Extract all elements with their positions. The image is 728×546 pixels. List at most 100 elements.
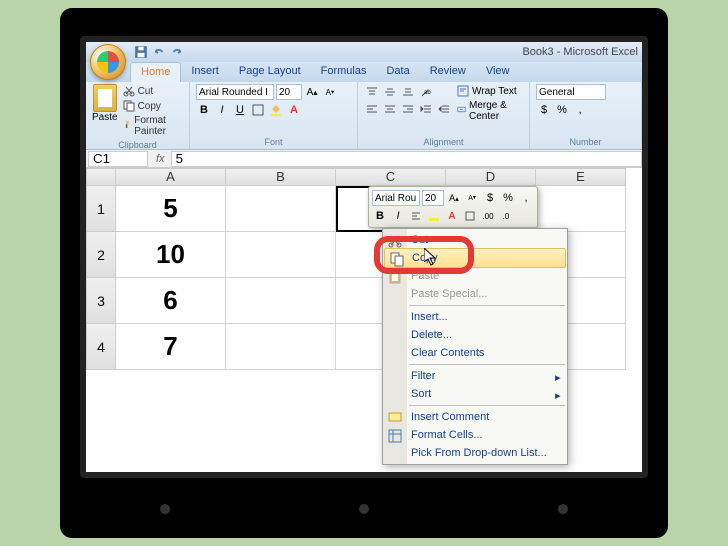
- ctx-cut[interactable]: Cut: [383, 231, 567, 249]
- cell-b3[interactable]: [226, 278, 336, 324]
- wrap-text-button[interactable]: Wrap Text: [456, 84, 523, 98]
- mini-grow-font-icon[interactable]: A▴: [446, 190, 462, 206]
- mini-font-combo[interactable]: [372, 190, 420, 206]
- format-painter-button[interactable]: Format Painter: [122, 114, 183, 138]
- save-icon[interactable]: [134, 45, 148, 59]
- mini-font-color-icon[interactable]: A: [444, 208, 460, 224]
- border-button[interactable]: [250, 102, 266, 118]
- merge-center-button[interactable]: Merge & Center: [456, 99, 523, 123]
- ctx-clear[interactable]: Clear Contents: [383, 344, 567, 362]
- mini-fill-icon[interactable]: [426, 208, 442, 224]
- ctx-insert[interactable]: Insert...: [383, 308, 567, 326]
- ctx-cut-label: Cut: [411, 234, 428, 246]
- redo-icon[interactable]: [170, 45, 184, 59]
- decrease-indent-icon[interactable]: [418, 101, 434, 117]
- mini-italic-icon[interactable]: I: [390, 208, 406, 224]
- tab-page-layout[interactable]: Page Layout: [229, 62, 311, 82]
- align-middle-icon[interactable]: [382, 84, 398, 100]
- cell-a2[interactable]: 10: [116, 232, 226, 278]
- wrap-label: Wrap Text: [472, 86, 517, 97]
- formula-input[interactable]: [171, 151, 642, 167]
- col-header-d[interactable]: D: [446, 168, 536, 186]
- ctx-sort[interactable]: Sort ▸: [383, 385, 567, 403]
- row-header-4[interactable]: 4: [86, 324, 116, 370]
- copy-button[interactable]: Copy: [122, 99, 183, 113]
- col-header-a[interactable]: A: [116, 168, 226, 186]
- cell-a3[interactable]: 6: [116, 278, 226, 324]
- underline-button[interactable]: U: [232, 102, 248, 118]
- cell-b1[interactable]: [226, 186, 336, 232]
- mini-shrink-font-icon[interactable]: A▾: [464, 190, 480, 206]
- select-all-corner[interactable]: [86, 168, 116, 186]
- currency-icon[interactable]: $: [536, 102, 552, 118]
- column-headers: A B C D E: [86, 168, 642, 186]
- paste-label: Paste: [92, 112, 118, 123]
- cell-a1[interactable]: 5: [116, 186, 226, 232]
- ctx-filter[interactable]: Filter ▸: [383, 367, 567, 385]
- ctx-separator: [409, 364, 565, 365]
- cell-b4[interactable]: [226, 324, 336, 370]
- undo-icon[interactable]: [152, 45, 166, 59]
- number-format-combo[interactable]: [536, 84, 606, 100]
- mini-inc-decimal-icon[interactable]: .00: [480, 208, 496, 224]
- mini-percent-icon[interactable]: %: [500, 190, 516, 206]
- row-header-2[interactable]: 2: [86, 232, 116, 278]
- cell-a4[interactable]: 7: [116, 324, 226, 370]
- mini-size-combo[interactable]: [422, 190, 444, 206]
- ctx-delete[interactable]: Delete...: [383, 326, 567, 344]
- ctx-dropdown-label: Pick From Drop-down List...: [411, 447, 547, 459]
- ribbon: Paste Cut: [86, 82, 642, 150]
- tab-insert[interactable]: Insert: [181, 62, 229, 82]
- mini-currency-icon[interactable]: $: [482, 190, 498, 206]
- ctx-format-cells[interactable]: Format Cells...: [383, 426, 567, 444]
- shrink-font-icon[interactable]: A▾: [322, 84, 338, 100]
- row-header-3[interactable]: 3: [86, 278, 116, 324]
- percent-icon[interactable]: %: [554, 102, 570, 118]
- align-center-icon[interactable]: [382, 101, 398, 117]
- col-header-c[interactable]: C: [336, 168, 446, 186]
- align-left-icon[interactable]: [364, 101, 380, 117]
- ctx-insert-comment[interactable]: Insert Comment: [383, 408, 567, 426]
- font-name-combo[interactable]: [196, 84, 274, 100]
- svg-text:ab: ab: [424, 90, 431, 96]
- fill-color-button[interactable]: [268, 102, 284, 118]
- font-color-button[interactable]: A: [286, 102, 302, 118]
- mini-align-icon[interactable]: [408, 208, 424, 224]
- comma-icon[interactable]: ,: [572, 102, 588, 118]
- align-right-icon[interactable]: [400, 101, 416, 117]
- ctx-pick-dropdown[interactable]: Pick From Drop-down List...: [383, 444, 567, 462]
- orientation-icon[interactable]: ab: [418, 84, 434, 100]
- ctx-paste-special-label: Paste Special...: [411, 288, 487, 300]
- cell-e1[interactable]: [536, 186, 626, 232]
- font-size-combo[interactable]: [276, 84, 302, 100]
- increase-indent-icon[interactable]: [436, 101, 452, 117]
- ctx-paste-label: Paste: [411, 270, 439, 282]
- align-top-icon[interactable]: [364, 84, 380, 100]
- paste-button[interactable]: Paste: [92, 84, 118, 123]
- quick-access-toolbar: [134, 45, 184, 59]
- grow-font-icon[interactable]: A▴: [304, 84, 320, 100]
- tab-formulas[interactable]: Formulas: [311, 62, 377, 82]
- italic-button[interactable]: I: [214, 102, 230, 118]
- office-button[interactable]: [90, 44, 126, 80]
- ctx-copy[interactable]: Copy: [384, 248, 566, 268]
- mini-dec-decimal-icon[interactable]: .0: [498, 208, 514, 224]
- bold-button[interactable]: B: [196, 102, 212, 118]
- col-header-b[interactable]: B: [226, 168, 336, 186]
- col-header-e[interactable]: E: [536, 168, 626, 186]
- copy-label: Copy: [138, 101, 161, 112]
- ctx-filter-label: Filter: [411, 370, 435, 382]
- cut-button[interactable]: Cut: [122, 84, 183, 98]
- mini-bold-icon[interactable]: B: [372, 208, 388, 224]
- align-bottom-icon[interactable]: [400, 84, 416, 100]
- tab-view[interactable]: View: [476, 62, 520, 82]
- fx-icon[interactable]: fx: [150, 153, 171, 165]
- tab-review[interactable]: Review: [420, 62, 476, 82]
- name-box[interactable]: [88, 151, 148, 167]
- mini-border-icon[interactable]: [462, 208, 478, 224]
- tab-home[interactable]: Home: [130, 62, 181, 82]
- row-header-1[interactable]: 1: [86, 186, 116, 232]
- mini-comma-icon[interactable]: ,: [518, 190, 534, 206]
- cell-b2[interactable]: [226, 232, 336, 278]
- tab-data[interactable]: Data: [376, 62, 419, 82]
